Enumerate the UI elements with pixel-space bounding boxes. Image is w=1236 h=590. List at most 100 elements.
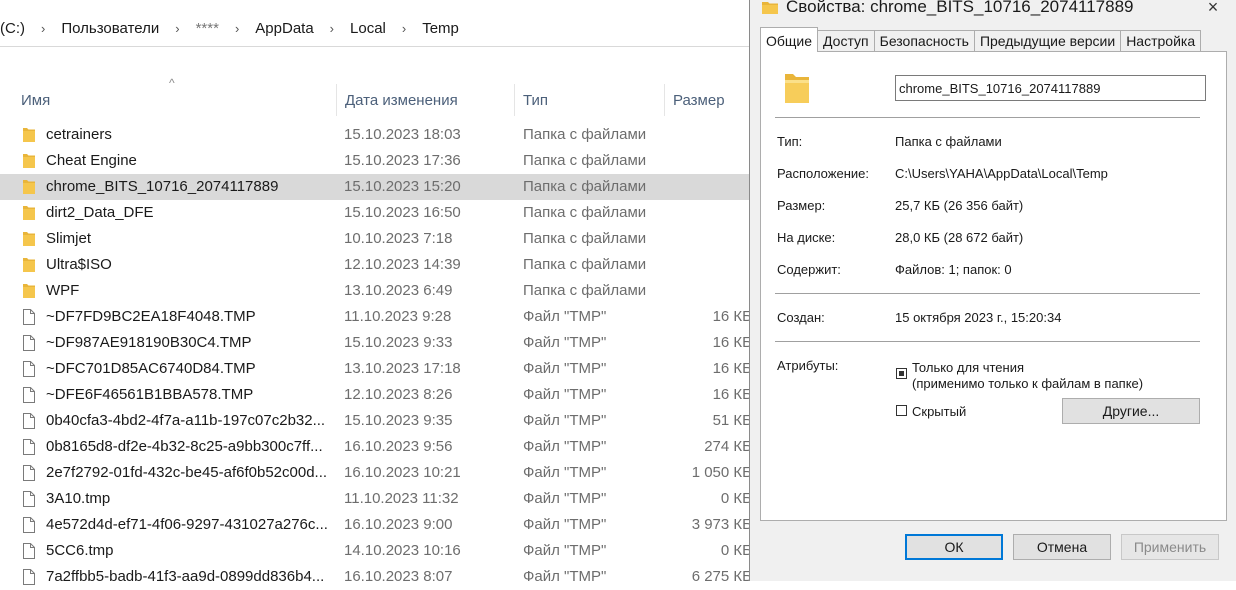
file-date: 15.10.2023 9:33 <box>344 334 453 351</box>
hidden-label[interactable]: Скрытый <box>912 404 966 419</box>
tab-sharing[interactable]: Доступ <box>817 30 875 51</box>
file-date: 15.10.2023 16:50 <box>344 204 461 221</box>
file-icon <box>22 564 40 590</box>
file-row[interactable]: Ultra$ISO 12.10.2023 14:39 Папка с файлами <box>0 252 760 278</box>
file-row[interactable]: 3A10.tmp 11.10.2023 11:32 Файл "TMP" 0 КБ <box>0 486 760 512</box>
chevron-right-icon[interactable]: › <box>392 21 416 36</box>
file-type: Файл "TMP" <box>523 568 607 585</box>
tab-security[interactable]: Безопасность <box>873 30 975 51</box>
file-list: cetrainers 15.10.2023 18:03 Папка с файлам… <box>0 122 760 590</box>
chevron-right-icon[interactable]: › <box>320 21 344 36</box>
column-header-date[interactable]: Дата изменения <box>336 84 516 116</box>
file-type: Папка с файлами <box>523 152 647 169</box>
file-date: 14.10.2023 10:16 <box>344 542 461 559</box>
file-date: 13.10.2023 6:49 <box>344 282 453 299</box>
file-row[interactable]: ~DF987AE918190B30C4.TMP 15.10.2023 9:33 Фа… <box>0 330 760 356</box>
file-row[interactable]: 5CC6.tmp 14.10.2023 10:16 Файл "TMP" 0 КБ <box>0 538 760 564</box>
file-icon <box>22 512 40 538</box>
file-row[interactable]: 7a2ffbb5-badb-41f3-aa9d-0899dd836b4... 16… <box>0 564 760 590</box>
column-header-name[interactable]: Имя <box>21 84 336 116</box>
file-name: 2e7f2792-01fd-432c-be45-af6f0b52c00d... <box>46 464 328 481</box>
file-row[interactable]: WPF 13.10.2023 6:49 Папка с файлами <box>0 278 760 304</box>
file-row[interactable]: 0b8165d8-df2e-4b32-8c25-a9bb300c7ff... 16… <box>0 434 760 460</box>
breadcrumb-temp[interactable]: Temp <box>416 20 465 37</box>
dialog-tabs: Общие Доступ Безопасность Предыдущие вер… <box>760 27 1202 52</box>
chevron-right-icon[interactable]: › <box>165 21 189 36</box>
created-value: 15 октября 2023 г., 15:20:34 <box>895 310 1062 325</box>
file-name: 7a2ffbb5-badb-41f3-aa9d-0899dd836b4... <box>46 568 325 585</box>
contains-label: Содержит: <box>777 262 841 277</box>
column-header-size[interactable]: Размер <box>664 84 760 116</box>
folder-icon <box>22 252 40 278</box>
file-icon <box>22 304 40 330</box>
file-size: 1 050 КБ <box>691 464 752 481</box>
contains-value: Файлов: 1; папок: 0 <box>895 262 1012 277</box>
file-row[interactable]: 4e572d4d-ef71-4f06-9297-431027a276c... 16… <box>0 512 760 538</box>
properties-dialog: Свойства: chrome_BITS_10716_2074117889 ×… <box>749 0 1236 581</box>
file-date: 12.10.2023 8:26 <box>344 386 453 403</box>
readonly-checkbox[interactable] <box>896 368 907 379</box>
size-value: 25,7 КБ (26 356 байт) <box>895 198 1024 213</box>
file-icon <box>22 330 40 356</box>
file-icon <box>22 434 40 460</box>
file-row[interactable]: 0b40cfa3-4bd2-4f7a-a11b-197c07c2b32... 15… <box>0 408 760 434</box>
chevron-right-icon[interactable]: › <box>31 21 55 36</box>
tab-customize[interactable]: Настройка <box>1120 30 1202 51</box>
file-name: cetrainers <box>46 126 112 143</box>
divider <box>775 117 1200 118</box>
file-size: 16 КБ <box>712 360 752 377</box>
advanced-attributes-button[interactable]: Другие... <box>1062 398 1200 424</box>
folder-icon <box>22 278 40 304</box>
file-row[interactable]: ~DFC701D85AC6740D84.TMP 13.10.2023 17:18 Ф… <box>0 356 760 382</box>
breadcrumb-appdata[interactable]: AppData <box>249 20 319 37</box>
apply-button[interactable]: Применить <box>1121 534 1219 560</box>
file-name: Cheat Engine <box>46 152 137 169</box>
file-type: Папка с файлами <box>523 230 647 247</box>
file-row[interactable]: Cheat Engine 15.10.2023 17:36 Папка с файл… <box>0 148 760 174</box>
file-type: Файл "TMP" <box>523 360 607 377</box>
file-row[interactable]: Slimjet 10.10.2023 7:18 Папка с файлами <box>0 226 760 252</box>
tab-previous-versions[interactable]: Предыдущие версии <box>973 30 1122 51</box>
dialog-title-bar[interactable]: Свойства: chrome_BITS_10716_2074117889 <box>762 0 1134 20</box>
breadcrumb-users[interactable]: Пользователи <box>55 20 165 37</box>
file-name: chrome_BITS_10716_2074117889 <box>46 178 279 195</box>
file-name: Ultra$ISO <box>46 256 112 273</box>
hidden-checkbox[interactable] <box>896 405 907 416</box>
location-value: C:\Users\YAHA\AppData\Local\Temp <box>895 166 1108 181</box>
file-size <box>666 278 752 304</box>
file-row[interactable]: dirt2_Data_DFE 15.10.2023 16:50 Папка с фа… <box>0 200 760 226</box>
folder-icon <box>22 148 40 174</box>
breadcrumb-user[interactable]: **** <box>190 20 225 37</box>
column-header-type[interactable]: Тип <box>514 84 664 116</box>
folder-icon <box>22 226 40 252</box>
readonly-label[interactable]: Только для чтения <box>912 360 1024 375</box>
chevron-right-icon[interactable]: › <box>225 21 249 36</box>
file-size <box>666 174 752 200</box>
file-row[interactable]: ~DF7FD9BC2EA18F4048.TMP 11.10.2023 9:28 Фа… <box>0 304 760 330</box>
file-icon <box>22 408 40 434</box>
file-name: 4e572d4d-ef71-4f06-9297-431027a276c... <box>46 516 328 533</box>
file-row[interactable]: chrome_BITS_10716_2074117889 15.10.2023 1… <box>0 174 760 200</box>
readonly-note: (применимо только к файлам в папке) <box>912 376 1144 391</box>
file-date: 16.10.2023 9:56 <box>344 438 453 455</box>
breadcrumb-local[interactable]: Local <box>344 20 392 37</box>
file-row[interactable]: cetrainers 15.10.2023 18:03 Папка с файлам… <box>0 122 760 148</box>
file-date: 16.10.2023 9:00 <box>344 516 453 533</box>
file-icon <box>22 382 40 408</box>
folder-name-input[interactable] <box>895 75 1206 101</box>
file-row[interactable]: ~DFE6F46561B1BBA578.TMP 12.10.2023 8:26 Фа… <box>0 382 760 408</box>
cancel-button[interactable]: Отмена <box>1013 534 1111 560</box>
file-type: Файл "TMP" <box>523 334 607 351</box>
location-label: Расположение: <box>777 166 869 181</box>
file-name: ~DFE6F46561B1BBA578.TMP <box>46 386 254 403</box>
file-date: 10.10.2023 7:18 <box>344 230 453 247</box>
breadcrumb-drive[interactable]: (C:) <box>0 20 31 37</box>
file-icon <box>22 538 40 564</box>
file-row[interactable]: 2e7f2792-01fd-432c-be45-af6f0b52c00d... 1… <box>0 460 760 486</box>
tab-general[interactable]: Общие <box>760 27 819 52</box>
file-date: 15.10.2023 17:36 <box>344 152 461 169</box>
file-name: 3A10.tmp <box>46 490 111 507</box>
folder-icon <box>22 122 40 148</box>
ok-button[interactable]: ОК <box>905 534 1003 560</box>
close-icon[interactable]: × <box>1200 0 1226 20</box>
